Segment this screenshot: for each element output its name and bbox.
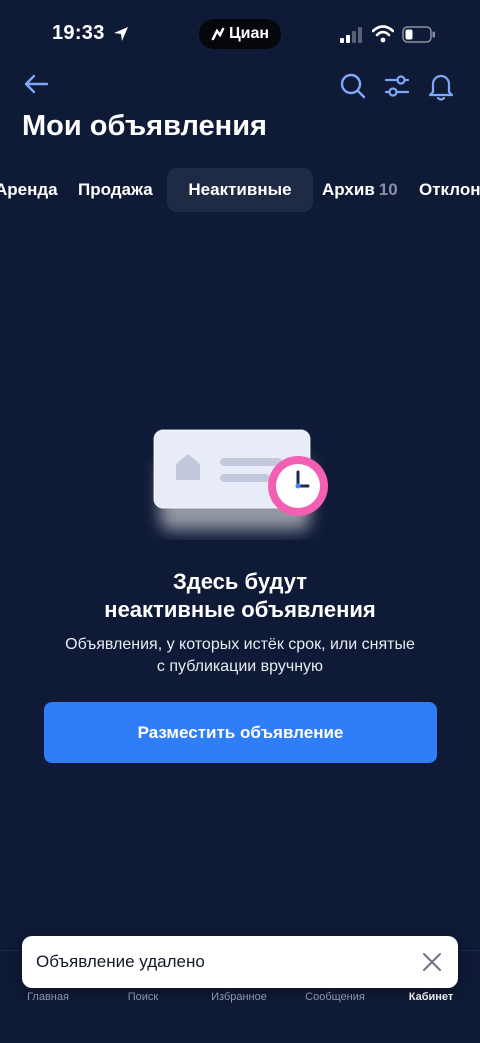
dynamic-island: Циан [199,19,281,49]
nav-item-main[interactable]: Главная [27,991,69,1003]
tab-rejected[interactable]: Отклон [419,168,480,212]
nav-item-favorites[interactable]: Избранное [211,991,267,1003]
tab-archive[interactable]: Архив 10 [322,168,398,212]
tab-sale[interactable]: Продажа [78,168,153,212]
status-time: 19:33 [52,22,105,44]
toast-close-button[interactable] [420,950,444,974]
empty-state-title: Здесь будут неактивные объявления [104,569,376,622]
nav-item-messages[interactable]: Сообщения [305,991,365,1003]
tab-rent[interactable]: Аренда [0,168,58,212]
nav-item-search[interactable]: Поиск [128,991,158,1003]
search-icon [340,73,366,99]
island-label: Циан [228,25,270,42]
cellular-signal-icon [340,27,362,43]
bell-icon [428,74,454,101]
expired-listing-illustration [153,429,328,530]
battery-icon [402,26,435,43]
page-title: Мои объявления [22,110,267,142]
listing-tabs: Аренда Продажа Неактивные Архив 10 Отклон [0,168,480,212]
toast-message: Объявление удалено [36,952,205,971]
tab-inactive[interactable]: Неактивные [167,168,313,212]
status-bar: 19:33 Циан [0,0,480,66]
location-arrow-icon [114,27,128,41]
arrow-left-icon [24,74,49,94]
back-button[interactable] [20,70,52,98]
search-button[interactable] [337,70,369,102]
empty-state-description: Объявления, у которых истёк срок, или сн… [65,636,415,675]
wifi-icon [372,25,394,43]
notifications-button[interactable] [425,70,457,102]
toast-notification: Объявление удалено [22,936,458,988]
tab-archive-count: 10 [378,180,398,199]
close-icon [423,953,441,971]
filter-button[interactable] [381,70,413,102]
filter-sliders-icon [384,75,410,97]
post-listing-button[interactable]: Разместить объявление [44,702,437,763]
nav-item-cabinet[interactable]: Кабинет [409,991,454,1003]
cian-logo-icon [211,27,225,41]
